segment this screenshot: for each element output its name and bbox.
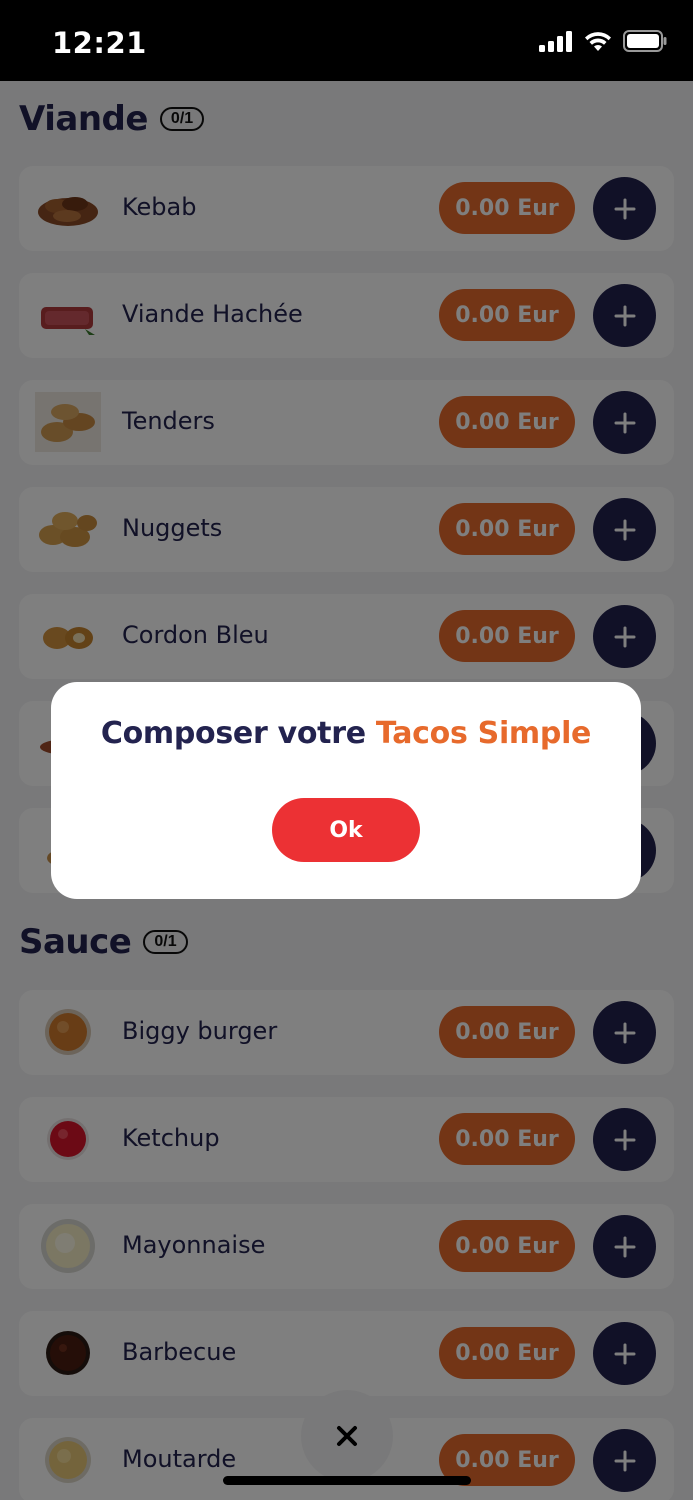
dialog-title: Composer votre Tacos Simple xyxy=(51,716,641,751)
dialog-title-prefix: Composer votre xyxy=(100,716,366,751)
dialog-title-product: Tacos Simple xyxy=(375,716,592,751)
compose-dialog: Composer votre Tacos Simple Ok xyxy=(51,682,641,899)
battery-icon xyxy=(623,30,667,52)
cellular-signal-icon xyxy=(539,31,572,52)
status-icons xyxy=(539,30,667,52)
home-indicator xyxy=(223,1476,471,1485)
status-bar: 12:21 xyxy=(0,0,693,81)
wifi-icon xyxy=(585,32,611,51)
status-time: 12:21 xyxy=(52,26,147,60)
ok-button[interactable]: Ok xyxy=(272,798,420,862)
